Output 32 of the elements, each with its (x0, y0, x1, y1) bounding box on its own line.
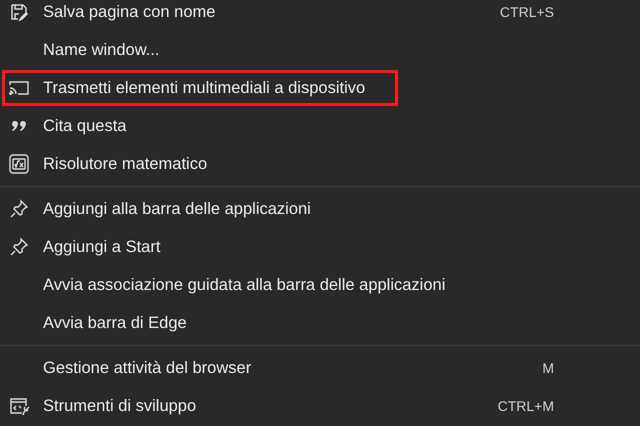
shortcut-label: CTRL+M (498, 396, 554, 416)
menu-item[interactable]: Risolutore matematico (0, 145, 640, 183)
pin-icon (8, 199, 28, 219)
devtools-icon (8, 396, 30, 416)
cast-icon (8, 79, 30, 97)
menu-item[interactable]: Trasmetti elementi multimediali a dispositivo (0, 69, 640, 107)
menu-item-label: Strumenti di sviluppo (43, 396, 196, 417)
menu-item-label: Salva pagina con nome (43, 2, 216, 23)
menu-item[interactable]: Gestione attività del browser M (0, 349, 640, 387)
shortcut-label: M (542, 358, 554, 378)
menu-item-label: Risolutore matematico (43, 154, 208, 175)
menu-item[interactable]: Avvia associazione guidata alla barra delle applicazioni (0, 266, 640, 304)
menu-item[interactable]: Strumenti di sviluppo CTRL+M (0, 387, 640, 425)
menu-item-label: Cita questa (43, 116, 126, 137)
menu-item-label: Gestione attività del browser (43, 358, 252, 379)
menu-item-label: Name window... (43, 40, 160, 61)
menu-item-label: Avvia barra di Edge (43, 312, 187, 334)
menu-item-label: Aggiungi a Start (43, 236, 160, 258)
menu-item[interactable]: Salva pagina con nome CTRL+S (0, 0, 640, 31)
pin-icon (8, 237, 28, 257)
shortcut-label: CTRL+S (500, 2, 554, 22)
menu-item[interactable]: Avvia barra di Edge (0, 304, 640, 342)
save-icon (8, 2, 28, 22)
menu-item[interactable]: Name window... (0, 31, 640, 69)
quote-icon (10, 120, 26, 132)
menu-item[interactable]: Cita questa (0, 107, 640, 145)
menu-item[interactable]: Aggiungi alla barra delle applicazioni (0, 190, 640, 228)
menu-item-label: Aggiungi alla barra delle applicazioni (43, 198, 311, 220)
menu-item[interactable]: Aggiungi a Start (0, 228, 640, 266)
calculator-icon (8, 153, 30, 175)
menu-item-label: Avvia associazione guidata alla barra delle applicazioni (43, 274, 446, 296)
menu-item-label: Trasmetti elementi multimediali a dispositivo (43, 78, 366, 99)
